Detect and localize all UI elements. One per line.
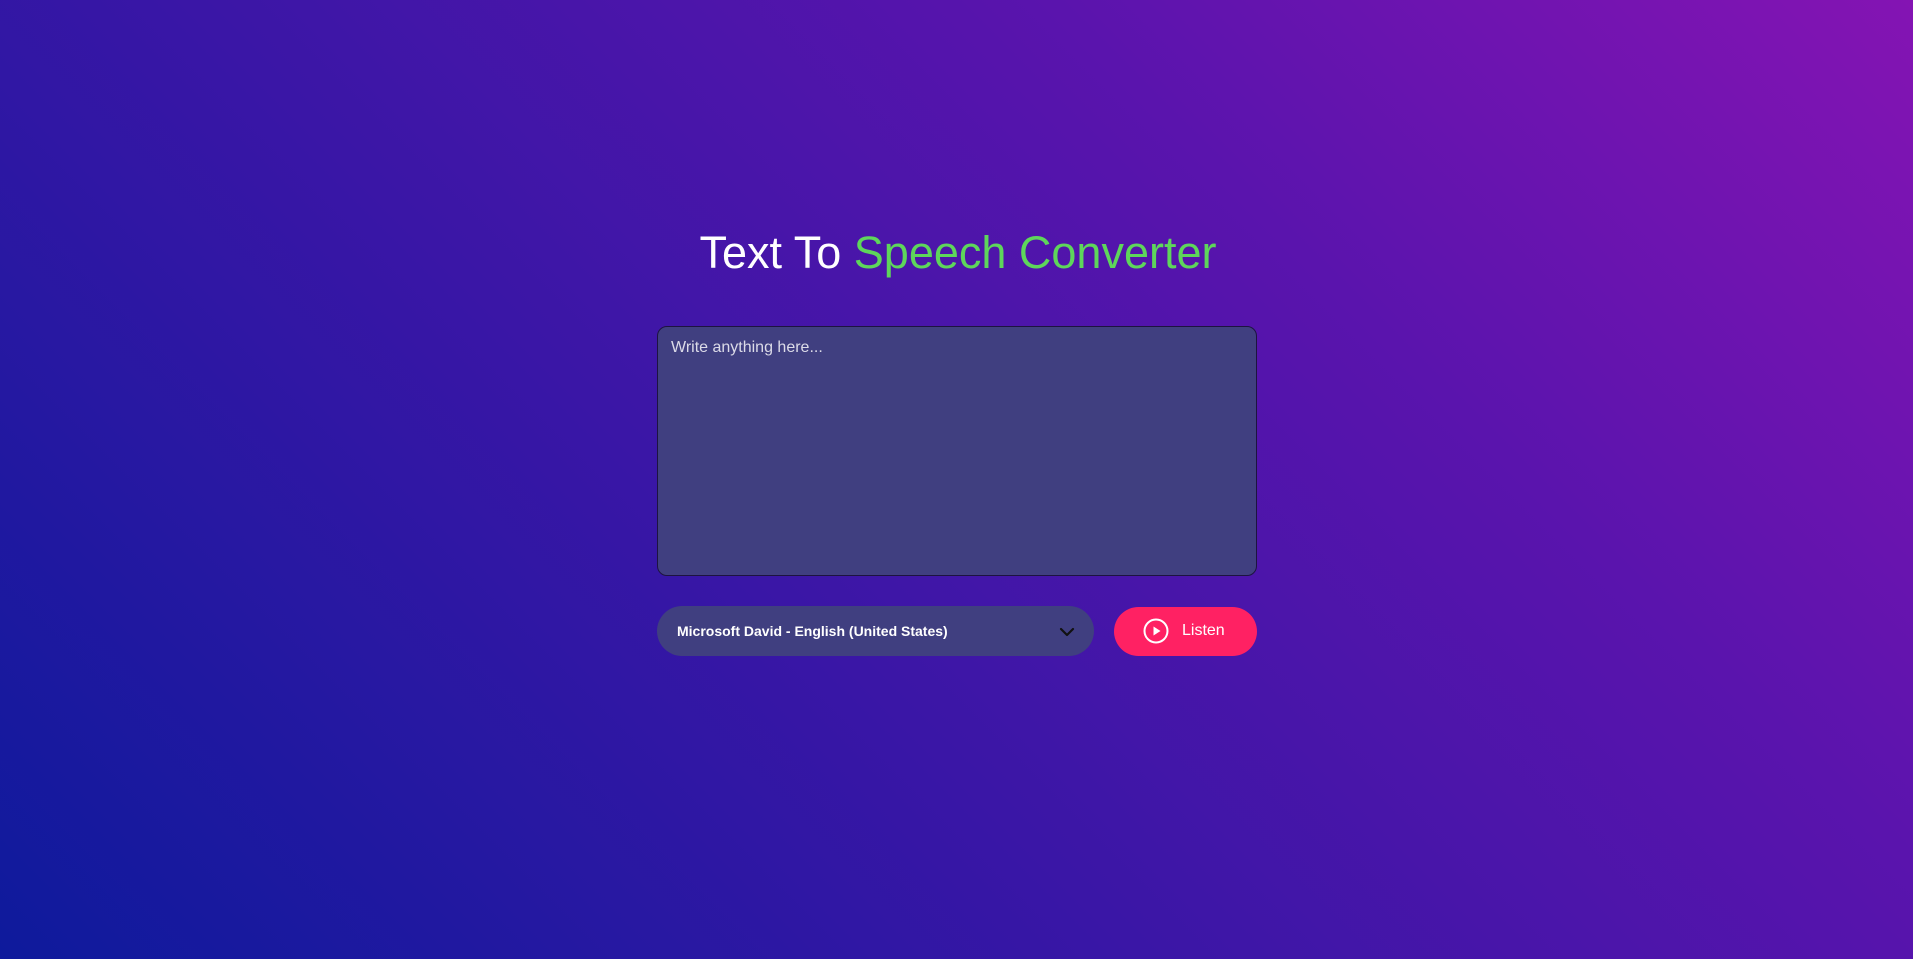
listen-button[interactable]: Listen [1114,606,1257,656]
voice-selected-value: Microsoft David - English (United States… [677,623,948,639]
page-title: Text To Speech Converter [659,230,1257,275]
app-container: Text To Speech Converter Microsoft David… [657,230,1257,656]
text-input[interactable] [657,326,1257,576]
controls-row: Microsoft David - English (United States… [657,606,1257,656]
title-prefix: Text To [699,227,842,278]
play-circle-icon [1143,618,1169,644]
listen-button-label: Listen [1182,622,1225,639]
chevron-down-icon [1059,627,1075,637]
title-accent: Speech Converter [853,227,1217,278]
voice-select[interactable]: Microsoft David - English (United States… [657,606,1094,656]
